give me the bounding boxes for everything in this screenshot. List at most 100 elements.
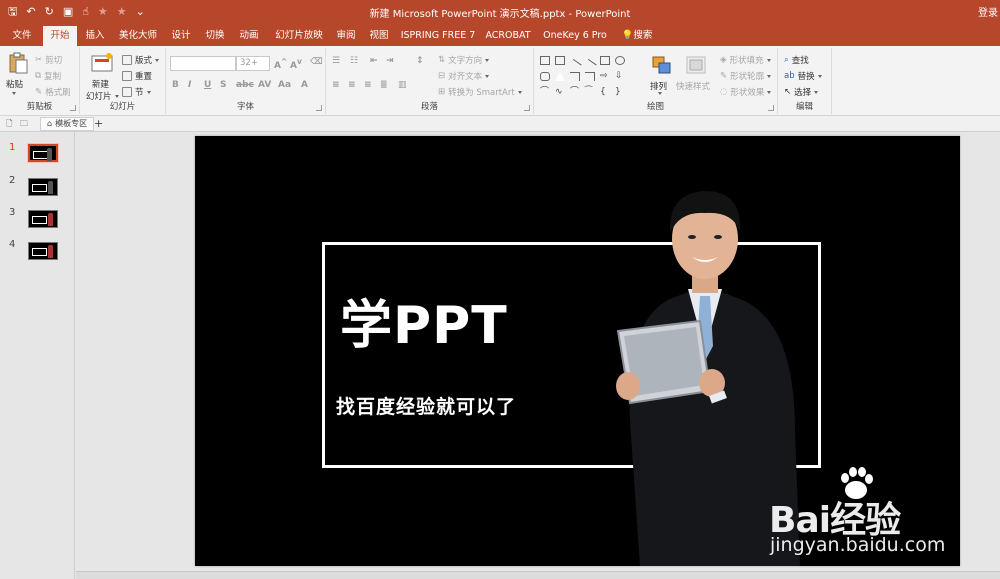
paste-button[interactable]: 粘贴 [6,78,23,90]
section-button[interactable]: 节 [122,86,151,98]
align-left-icon[interactable]: ≡ [332,80,340,90]
slide-number: 3 [9,207,16,218]
tab-insert[interactable]: 插入 [80,26,110,46]
align-center-icon[interactable]: ≡ [348,80,356,90]
justify-icon[interactable]: ≣ [380,80,388,90]
arrow-shape-icon[interactable] [583,58,597,73]
layout-button[interactable]: 版式 [122,54,160,66]
arrange-icon[interactable] [650,54,674,76]
vertical-textbox-shape-icon[interactable] [555,56,565,65]
quick-styles-icon[interactable] [684,54,708,76]
shapes-gallery[interactable]: ⇨ ⇩ ⌒ ∿ ⌒ ⁀ { } [540,52,638,100]
new-slide-line1[interactable]: 新建 [92,78,109,90]
brace-left-icon[interactable]: { [600,88,610,97]
numbering-icon[interactable]: ☷ [350,56,358,66]
elbow-connector-icon[interactable] [570,72,580,81]
font-size-combo[interactable]: 32+ [236,56,270,71]
tab-search[interactable]: 💡搜索 [617,26,657,46]
columns-icon[interactable]: ▥ [398,80,407,90]
change-case-icon[interactable]: Aa [278,80,291,90]
italic-icon[interactable]: I [188,80,191,90]
text-direction-button[interactable]: ⇅ 文字方向 [438,54,490,66]
arrange-dropdown[interactable] [658,92,662,95]
increase-indent-icon[interactable]: ⇥ [386,56,394,66]
strikethrough-icon[interactable]: abc [236,80,254,90]
find-button[interactable]: ⌕ 查找 [784,54,809,66]
tab-transitions[interactable]: 切换 [200,26,230,46]
font-launcher[interactable] [316,105,322,111]
clear-format-icon[interactable]: ⌫ [310,57,323,67]
curve-icon[interactable]: ∿ [555,88,565,97]
tab-onekey[interactable]: OneKey 6 Pro [539,26,611,46]
template-zone-tab[interactable]: ⌂ 模板专区 [40,117,95,131]
elbow-arrow-icon[interactable] [585,72,595,81]
tab-acrobat[interactable]: ACROBAT [480,26,536,46]
copy-button[interactable]: ⧉ 复制 [35,70,61,82]
tab-view[interactable]: 视图 [364,26,394,46]
reset-button[interactable]: 重置 [122,70,152,82]
convert-smartart-button[interactable]: ⊞ 转换为 SmartArt [438,86,522,98]
pen-icon: ✎ [720,71,728,81]
slide-thumbnail-3[interactable] [28,210,58,228]
convert-smartart-label: 转换为 SmartArt [448,88,515,98]
decrease-indent-icon[interactable]: ⇤ [370,56,378,66]
slide-subtitle[interactable]: 找百度经验就可以了 [336,392,516,419]
oval-shape-icon[interactable] [615,56,625,65]
font-color-icon[interactable]: A [301,80,308,90]
shape-fill-button[interactable]: ◈ 形状填充 [720,54,771,66]
char-spacing-icon[interactable]: AV [258,80,271,90]
triangle-shape-icon[interactable] [555,72,565,81]
tab-animations[interactable]: 动画 [234,26,264,46]
tab-meihua[interactable]: 美化大师 [113,26,163,46]
shrink-font-icon[interactable]: Av [290,57,302,71]
grow-font-icon[interactable]: A^ [274,57,287,71]
arrange-button[interactable]: 排列 [650,80,667,92]
font-name-combo[interactable] [170,56,236,71]
textbox-shape-icon[interactable] [540,56,550,65]
bold-icon[interactable]: B [172,80,179,90]
tab-design[interactable]: 设计 [166,26,196,46]
drawing-launcher[interactable] [768,105,774,111]
brace-right-icon[interactable]: } [615,88,625,97]
new-slide-icon[interactable] [90,52,114,74]
align-text-button[interactable]: ⊟ 对齐文本 [438,70,490,82]
format-painter-button[interactable]: ✎ 格式刷 [35,86,71,98]
tab-slideshow[interactable]: 幻灯片放映 [268,26,330,46]
paste-icon[interactable] [6,52,30,74]
folder-icon[interactable]: 🗀 [20,117,28,131]
block-arrow-icon[interactable]: ⇨ [600,72,610,81]
paragraph-launcher[interactable] [524,105,530,111]
freeform-icon[interactable]: ⌒ [540,88,550,97]
paste-dropdown[interactable] [12,92,16,95]
shape-effects-button[interactable]: ◌ 形状效果 [720,86,772,98]
align-right-icon[interactable]: ≡ [364,80,372,90]
rectangle-shape-icon[interactable] [600,56,610,65]
shadow-icon[interactable]: S [220,80,226,90]
line-shape-icon[interactable] [568,58,582,73]
line-spacing-icon[interactable]: ↕ [416,56,424,66]
new-doc-icon[interactable]: 🗋 [6,117,12,131]
slide-canvas[interactable]: 学PPT 找百度经验就可以了 Bai经验 jingyan.baidu.com [195,136,960,566]
shape-outline-button[interactable]: ✎ 形状轮廓 [720,70,772,82]
replace-button[interactable]: ab 替换 [784,70,822,82]
bracket-icon[interactable]: ⁀ [585,88,595,97]
login-link[interactable]: 登录 [978,4,998,19]
slide-title[interactable]: 学PPT [340,296,508,356]
tab-ispring[interactable]: ISPRING FREE 7 [398,26,478,46]
tab-home[interactable]: 开始 [43,26,77,46]
tab-file[interactable]: 文件 [4,26,40,46]
underline-icon[interactable]: U [204,80,211,90]
arc-icon[interactable]: ⌒ [570,88,580,97]
clipboard-launcher[interactable] [70,105,76,111]
rounded-rect-shape-icon[interactable] [540,72,550,81]
slide-thumbnail-2[interactable] [28,178,58,196]
tab-review[interactable]: 审阅 [331,26,361,46]
cut-button[interactable]: ✂ 剪切 [35,54,62,66]
select-button[interactable]: ↖ 选择 [784,86,819,98]
quick-styles-button[interactable]: 快速样式 [676,80,710,92]
add-tab-button[interactable]: + [94,117,103,131]
slide-thumbnail-4[interactable] [28,242,58,260]
bullets-icon[interactable]: ☰ [332,56,340,66]
down-arrow-icon[interactable]: ⇩ [615,72,625,81]
slide-thumbnail-1[interactable] [27,143,59,163]
